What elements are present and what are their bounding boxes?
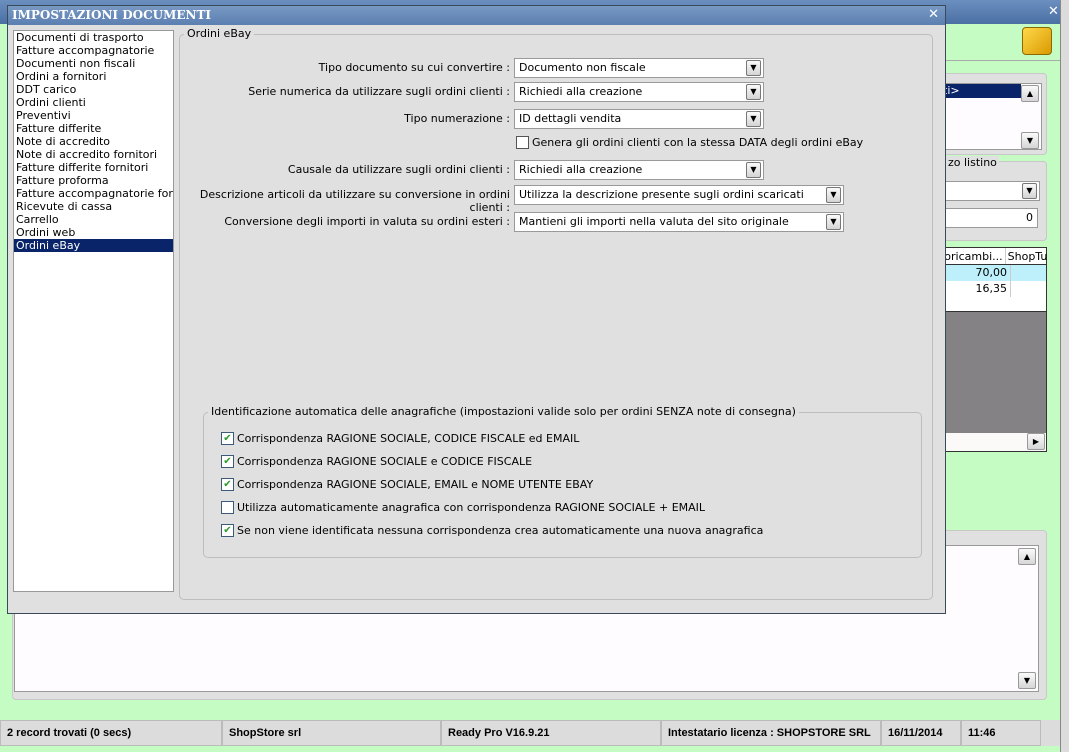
ident-option[interactable]: ✔ Corrispondenza RAGIONE SOCIALE, CODICE …	[221, 432, 579, 445]
chevron-down-icon[interactable]: ▼	[826, 187, 841, 203]
combo-value: Richiedi alla creazione	[519, 85, 643, 98]
price-list-combo[interactable]: ▼	[930, 181, 1040, 201]
scroll-down-icon[interactable]: ▼	[1021, 132, 1039, 149]
checkbox-label: Corrispondenza RAGIONE SOCIALE, EMAIL e …	[237, 478, 594, 491]
field-label: Descrizione articoli da utilizzare su co…	[199, 188, 510, 214]
field-combo[interactable]: Utilizza la descrizione presente sugli o…	[514, 185, 844, 205]
field-combo[interactable]: ID dettagli vendita ▼	[514, 109, 764, 129]
field-label: Tipo numerazione :	[404, 112, 510, 125]
field-combo[interactable]: Documento non fiscale ▼	[514, 58, 764, 78]
scroll-up-icon[interactable]: ▲	[1018, 548, 1036, 565]
field-combo[interactable]: Richiedi alla creazione ▼	[514, 82, 764, 102]
bg-listbox[interactable]: ti> ▲ ▼	[930, 83, 1042, 150]
combo-value: Documento non fiscale	[519, 61, 646, 74]
category-item[interactable]: Documenti di trasporto	[14, 31, 173, 44]
checkbox-label: Se non viene identificata nessuna corris…	[237, 524, 764, 537]
status-records: 2 record trovati (0 secs)	[0, 720, 222, 746]
checkbox[interactable]: ✔	[221, 432, 234, 445]
checkbox[interactable]	[221, 501, 234, 514]
scroll-right-icon[interactable]: ▶	[1027, 433, 1045, 450]
same-date-label: Genera gli ordini clienti con la stessa …	[532, 136, 864, 149]
ident-option[interactable]: ✔ Corrispondenza RAGIONE SOCIALE, EMAIL e…	[221, 478, 593, 491]
category-item[interactable]: Ordini a fornitori	[14, 70, 173, 83]
checkbox-label: Corrispondenza RAGIONE SOCIALE, CODICE F…	[237, 432, 580, 445]
field-label: Serie numerica da utilizzare sugli ordin…	[248, 85, 510, 98]
field-combo[interactable]: Richiedi alla creazione ▼	[514, 160, 764, 180]
main-close-icon[interactable]: ✕	[1048, 4, 1059, 19]
checkbox[interactable]: ✔	[221, 524, 234, 537]
price-value-field[interactable]: 0	[930, 208, 1038, 228]
field-label: Causale da utilizzare sugli ordini clien…	[287, 163, 510, 176]
chevron-down-icon[interactable]: ▼	[826, 214, 841, 230]
category-item[interactable]: Documenti non fiscali	[14, 57, 173, 70]
category-item[interactable]: Fatture accompagnatorie fornito	[14, 187, 173, 200]
identification-group: Identificazione automatica delle anagraf…	[203, 405, 922, 558]
chevron-down-icon[interactable]: ▼	[1022, 183, 1037, 199]
category-item[interactable]: Ordini web	[14, 226, 173, 239]
identification-title: Identificazione automatica delle anagraf…	[208, 405, 799, 418]
scroll-down-icon[interactable]: ▼	[1018, 672, 1036, 689]
app-logo-cube-icon	[1022, 27, 1052, 55]
group-title: Ordini eBay	[184, 27, 255, 40]
same-date-checkbox[interactable]	[516, 136, 529, 149]
ident-option[interactable]: ✔ Se non viene identificata nessuna corri…	[221, 524, 763, 537]
combo-value: ID dettagli vendita	[519, 112, 622, 125]
category-item[interactable]: Fatture accompagnatorie	[14, 44, 173, 57]
chevron-down-icon[interactable]: ▼	[746, 111, 761, 127]
ident-option[interactable]: Utilizza automaticamente anagrafica con …	[221, 501, 705, 514]
status-company: ShopStore srl	[222, 720, 441, 746]
dialog-title: IMPOSTAZIONI DOCUMENTI	[8, 6, 945, 25]
status-license: Intestatario licenza : SHOPSTORE SRL	[661, 720, 881, 746]
field-label: Tipo documento su cui convertire :	[318, 61, 510, 74]
status-date: 16/11/2014	[881, 720, 961, 746]
window-border	[1060, 0, 1069, 752]
scroll-up-icon[interactable]: ▲	[1021, 85, 1039, 102]
divider	[940, 60, 1060, 61]
bg-price-panel	[930, 161, 1047, 241]
checkbox-label: Corrispondenza RAGIONE SOCIALE e CODICE …	[237, 455, 533, 468]
ebay-orders-group: Ordini eBay Tipo documento su cui conver…	[179, 27, 933, 600]
category-list[interactable]: Documenti di trasporto Fatture accompagna…	[13, 30, 174, 592]
category-item[interactable]: Note di accredito fornitori	[14, 148, 173, 161]
category-item[interactable]: Fatture differite fornitori	[14, 161, 173, 174]
price-label: zo listino	[946, 156, 999, 169]
category-item[interactable]: Carrello	[14, 213, 173, 226]
checkbox[interactable]: ✔	[221, 478, 234, 491]
checkbox-label: Utilizza automaticamente anagrafica con …	[237, 501, 706, 514]
chevron-down-icon[interactable]: ▼	[746, 60, 761, 76]
field-label: Conversione degli importi in valuta su o…	[224, 215, 510, 228]
chevron-down-icon[interactable]: ▼	[746, 162, 761, 178]
ident-option[interactable]: ✔ Corrispondenza RAGIONE SOCIALE e CODICE…	[221, 455, 532, 468]
combo-value: Mantieni gli importi nella valuta del si…	[519, 215, 789, 228]
status-bar: 2 record trovati (0 secs) ShopStore srl …	[0, 720, 1060, 746]
category-item[interactable]: Note di accredito	[14, 135, 173, 148]
category-item[interactable]: Preventivi	[14, 109, 173, 122]
bg-grid[interactable]: utoricambi... ShopTu 70,00 16,35 ▶	[930, 247, 1047, 452]
category-item[interactable]: Fatture proforma	[14, 174, 173, 187]
category-item[interactable]: Ricevute di cassa	[14, 200, 173, 213]
combo-value: Utilizza la descrizione presente sugli o…	[519, 188, 804, 201]
field-combo[interactable]: Mantieni gli importi nella valuta del si…	[514, 212, 844, 232]
status-time: 11:46	[961, 720, 1041, 746]
category-item[interactable]: DDT carico	[14, 83, 173, 96]
grid-header[interactable]: ShopTu	[1006, 248, 1050, 264]
category-item[interactable]: Ordini eBay	[14, 239, 173, 252]
category-item[interactable]: Ordini clienti	[14, 96, 173, 109]
settings-dialog: IMPOSTAZIONI DOCUMENTI ✕ Documenti di tr…	[7, 5, 946, 614]
combo-value: Richiedi alla creazione	[519, 163, 643, 176]
checkbox[interactable]: ✔	[221, 455, 234, 468]
dialog-close-icon[interactable]: ✕	[928, 7, 939, 22]
category-item[interactable]: Fatture differite	[14, 122, 173, 135]
status-version: Ready Pro V16.9.21	[441, 720, 661, 746]
chevron-down-icon[interactable]: ▼	[746, 84, 761, 100]
